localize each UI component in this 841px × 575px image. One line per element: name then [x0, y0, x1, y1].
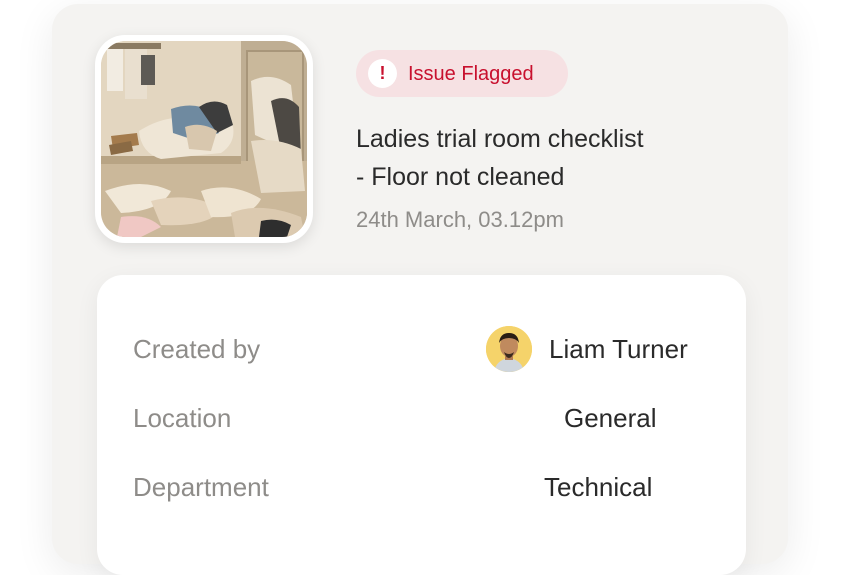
issue-title-line-2: - Floor not cleaned — [356, 163, 565, 191]
created-by-value: Liam Turner — [549, 334, 688, 364]
avatar-portrait — [486, 326, 532, 372]
issue-photo[interactable] — [101, 41, 307, 237]
details-card: Created by Liam Turner Location General … — [97, 275, 746, 575]
location-label: Location — [133, 403, 232, 433]
user-avatar[interactable] — [486, 326, 532, 372]
issue-timestamp: 24th March, 03.12pm — [356, 207, 564, 232]
issue-title-line-1: Ladies trial room checklist — [356, 125, 644, 153]
department-value: Technical — [544, 472, 653, 502]
exclamation-icon: ! — [368, 59, 397, 88]
location-value: General — [564, 403, 657, 433]
issue-photo-frame[interactable] — [95, 35, 313, 243]
status-badge-label: Issue Flagged — [408, 63, 534, 85]
created-by-label: Created by — [133, 334, 261, 364]
department-label: Department — [133, 472, 269, 502]
issue-title: Ladies trial room checklist - Floor not … — [356, 120, 716, 196]
status-badge: ! Issue Flagged — [356, 50, 568, 97]
trial-room-image — [101, 41, 307, 237]
